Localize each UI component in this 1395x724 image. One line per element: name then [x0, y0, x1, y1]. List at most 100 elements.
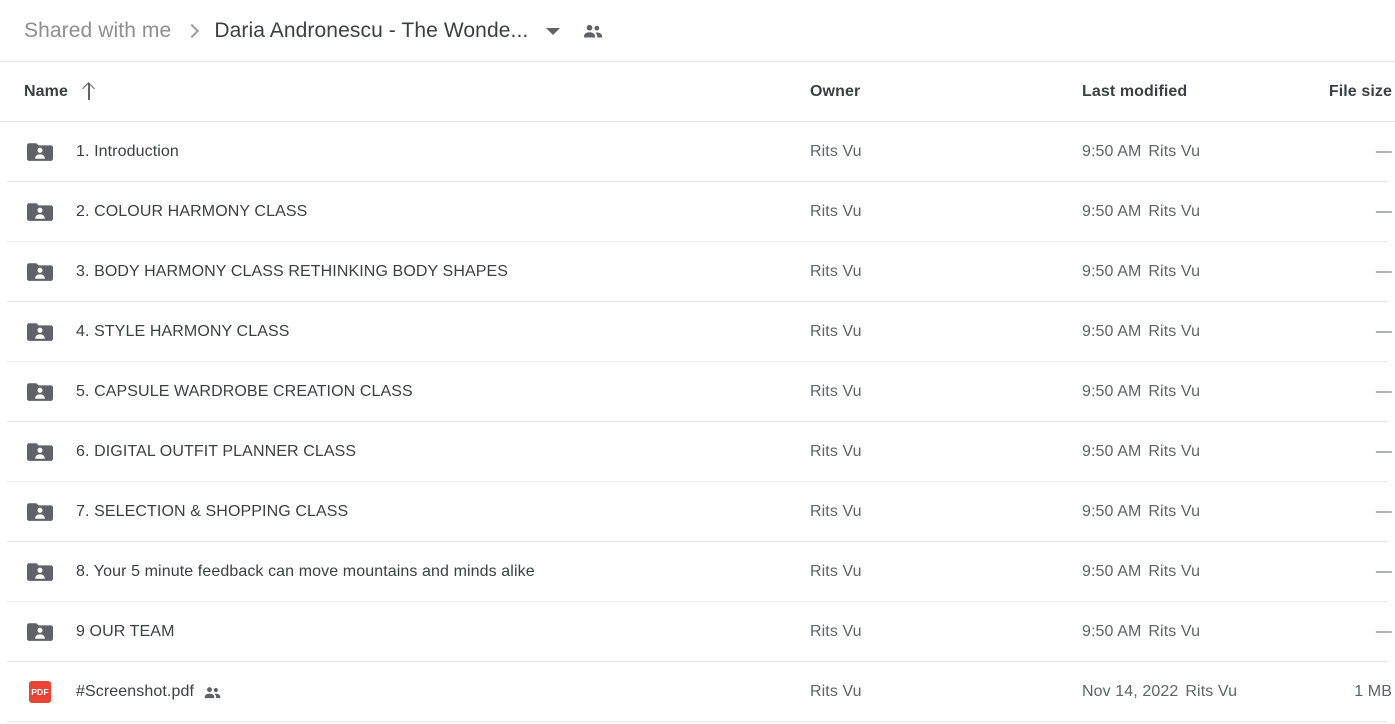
row-last-modified-cell: 9:50 AM Rits Vu [1082, 623, 1200, 641]
file-name-label: #Screenshot.pdf [76, 683, 195, 700]
row-name-cell[interactable]: 4. STYLE HARMONY CLASS [24, 316, 290, 348]
row-file-size-cell: — [1375, 563, 1392, 580]
modified-by: Rits Vu [1148, 203, 1201, 220]
pdf-icon-wrap: PDF [24, 681, 56, 703]
modified-date: 9:50 AM [1082, 503, 1142, 520]
table-row[interactable]: 1. Introduction Rits Vu 9:50 AM Rits Vu — [0, 122, 1395, 182]
shared-folder-icon [27, 263, 53, 281]
shared-folder-icon [27, 443, 53, 461]
people-icon [204, 686, 221, 698]
row-last-modified-cell: 9:50 AM Rits Vu [1082, 323, 1200, 341]
pdf-file-icon: PDF [29, 681, 51, 703]
shared-folder-icon [27, 203, 53, 221]
row-file-size-cell: — [1375, 383, 1392, 400]
row-file-size-cell: — [1375, 203, 1392, 220]
chevron-down-icon[interactable] [545, 23, 561, 39]
table-row[interactable]: 9 OUR TEAM Rits Vu 9:50 AM Rits Vu — [0, 602, 1395, 662]
row-file-size-cell: — [1375, 143, 1392, 160]
row-last-modified-cell: 9:50 AM Rits Vu [1082, 263, 1200, 281]
modified-date: 9:50 AM [1082, 203, 1142, 220]
chevron-right-icon [185, 23, 201, 39]
modified-date: 9:50 AM [1082, 563, 1142, 580]
row-name-cell[interactable]: 7. SELECTION & SHOPPING CLASS [24, 496, 348, 528]
row-last-modified-cell: 9:50 AM Rits Vu [1082, 143, 1200, 161]
modified-date: 9:50 AM [1082, 263, 1142, 280]
table-row[interactable]: 5. CAPSULE WARDROBE CREATION CLASS Rits … [0, 362, 1395, 422]
file-name-label: 5. CAPSULE WARDROBE CREATION CLASS [76, 383, 413, 400]
modified-by: Rits Vu [1148, 383, 1201, 400]
modified-date: 9:50 AM [1082, 323, 1142, 340]
row-file-size-cell: — [1375, 623, 1392, 640]
row-last-modified-cell: 9:50 AM Rits Vu [1082, 203, 1200, 221]
row-name-cell[interactable]: PDF #Screenshot.pdf [24, 681, 222, 703]
modified-date: 9:50 AM [1082, 623, 1142, 640]
row-file-size-cell: — [1375, 263, 1392, 280]
people-icon[interactable] [582, 20, 604, 42]
column-header-name[interactable]: Name [24, 83, 96, 101]
column-header-file-size[interactable]: File size [1329, 83, 1392, 101]
column-header-name-label: Name [24, 82, 68, 100]
row-file-size-cell: — [1375, 443, 1392, 460]
row-owner-cell: Rits Vu [810, 503, 862, 520]
row-name-cell[interactable]: 6. DIGITAL OUTFIT PLANNER CLASS [24, 436, 356, 468]
modified-by: Rits Vu [1148, 323, 1201, 340]
row-last-modified-cell: 9:50 AM Rits Vu [1082, 383, 1200, 401]
shared-folder-icon [27, 563, 53, 581]
modified-date: Nov 14, 2022 [1082, 683, 1179, 700]
file-name-label: 6. DIGITAL OUTFIT PLANNER CLASS [76, 443, 357, 460]
shared-folder-icon [27, 323, 53, 341]
column-header-last-modified[interactable]: Last modified [1082, 83, 1187, 101]
file-name-label: 2. COLOUR HARMONY CLASS [76, 203, 308, 220]
modified-by: Rits Vu [1148, 503, 1201, 520]
modified-by: Rits Vu [1185, 683, 1238, 700]
modified-by: Rits Vu [1148, 563, 1201, 580]
table-row[interactable]: 2. COLOUR HARMONY CLASS Rits Vu 9:50 AM R… [0, 182, 1395, 242]
table-row[interactable]: 3. BODY HARMONY CLASS RETHINKING BODY SH… [0, 242, 1395, 302]
row-name-cell[interactable]: 2. COLOUR HARMONY CLASS [24, 196, 307, 228]
breadcrumb-parent-link[interactable]: Shared with me [24, 19, 171, 43]
row-owner-cell: Rits Vu [810, 323, 862, 340]
table-row[interactable]: 8. Your 5 minute feedback can move mount… [0, 542, 1395, 602]
row-last-modified-cell: 9:50 AM Rits Vu [1082, 503, 1200, 521]
row-owner-cell: Rits Vu [810, 143, 862, 160]
file-name-label: 1. Introduction [76, 143, 179, 160]
row-name-cell[interactable]: 9 OUR TEAM [24, 616, 175, 648]
row-file-size-cell: 1 MB [1354, 683, 1392, 700]
row-file-size-cell: — [1375, 323, 1392, 340]
file-name-label: 9 OUR TEAM [76, 623, 175, 640]
row-owner-cell: Rits Vu [810, 263, 862, 280]
shared-folder-icon [27, 143, 53, 161]
table-row[interactable]: PDF #Screenshot.pdf Rits Vu Nov 14, 2022… [0, 662, 1395, 722]
file-name-label: 3. BODY HARMONY CLASS RETHINKING BODY SH… [76, 263, 509, 280]
table-row[interactable]: 4. STYLE HARMONY CLASS Rits Vu 9:50 AM Ri… [0, 302, 1395, 362]
table-row[interactable]: 7. SELECTION & SHOPPING CLASS Rits Vu 9:… [0, 482, 1395, 542]
breadcrumb-current-folder[interactable]: Daria Andronescu - The Wonde... [214, 19, 528, 43]
row-owner-cell: Rits Vu [810, 443, 862, 460]
shared-folder-icon [27, 623, 53, 641]
modified-by: Rits Vu [1148, 143, 1201, 160]
row-last-modified-cell: 9:50 AM Rits Vu [1082, 563, 1200, 581]
row-owner-cell: Rits Vu [810, 623, 862, 640]
shared-folder-icon [27, 383, 53, 401]
arrow-up-icon [82, 83, 96, 100]
row-name-cell[interactable]: 1. Introduction [24, 136, 179, 168]
row-file-size-cell: — [1375, 503, 1392, 520]
row-name-cell[interactable]: 5. CAPSULE WARDROBE CREATION CLASS [24, 376, 413, 408]
row-last-modified-cell: 9:50 AM Rits Vu [1082, 443, 1200, 461]
row-owner-cell: Rits Vu [810, 563, 862, 580]
table-column-headers: Name Owner Last modified File size [0, 62, 1395, 122]
row-owner-cell: Rits Vu [810, 683, 862, 700]
modified-date: 9:50 AM [1082, 383, 1142, 400]
modified-by: Rits Vu [1148, 263, 1201, 280]
row-name-cell[interactable]: 8. Your 5 minute feedback can move mount… [24, 556, 535, 588]
modified-date: 9:50 AM [1082, 143, 1142, 160]
modified-by: Rits Vu [1148, 623, 1201, 640]
file-name-label: 4. STYLE HARMONY CLASS [76, 323, 290, 340]
row-owner-cell: Rits Vu [810, 383, 862, 400]
row-owner-cell: Rits Vu [810, 203, 862, 220]
row-name-cell[interactable]: 3. BODY HARMONY CLASS RETHINKING BODY SH… [24, 256, 508, 288]
modified-by: Rits Vu [1148, 443, 1201, 460]
table-row[interactable]: 6. DIGITAL OUTFIT PLANNER CLASS Rits Vu … [0, 422, 1395, 482]
column-header-owner[interactable]: Owner [810, 83, 860, 101]
row-last-modified-cell: Nov 14, 2022 Rits Vu [1082, 683, 1237, 701]
